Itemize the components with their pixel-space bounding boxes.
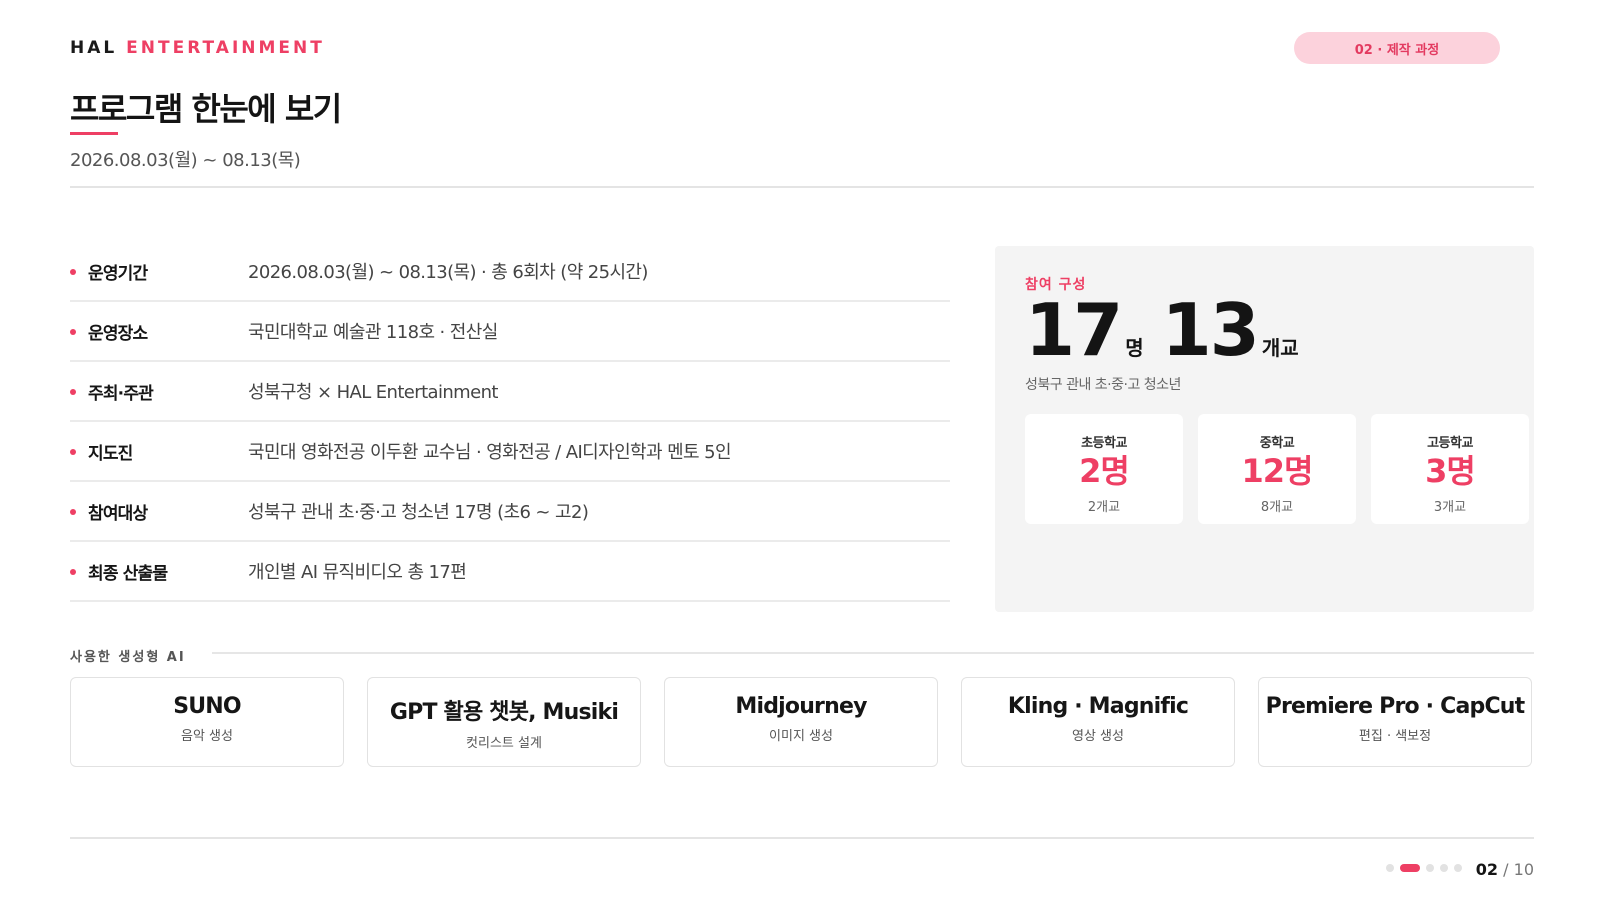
card-elementary: 초등학교 2명 2개교: [1025, 414, 1183, 524]
ai-tools-list: SUNO 음악 생성 GPT 활용 챗봇, Musiki 컷리스트 설계 Mid…: [70, 677, 1532, 767]
info-value: 개인별 AI 뮤직비디오 총 17편: [248, 562, 467, 583]
page-title: 프로그램 한눈에 보기: [70, 90, 342, 128]
card-sub: 2개교: [1087, 499, 1121, 515]
card-label: 고등학교: [1427, 436, 1473, 451]
participation-panel: 참여 구성 17 명 13 개교 성북구 관내 초·중·고 청소년 초등학교 2…: [995, 246, 1534, 612]
bullet-dot: [70, 269, 76, 275]
bullet-dot: [70, 509, 76, 515]
ai-tools-divider: [212, 652, 1534, 654]
info-row-instructors: 지도진 국민대 영화전공 이두환 교수님 · 영화전공 / AI디자인학과 멘토…: [70, 422, 950, 482]
ai-tool-card: Midjourney 이미지 생성: [664, 677, 938, 767]
ai-tool-card: SUNO 음악 생성: [70, 677, 344, 767]
info-label: 주최·주관: [88, 383, 154, 404]
ai-tool-name: Kling · Magnific: [1007, 694, 1189, 719]
progress-dot[interactable]: [1426, 864, 1434, 872]
school-level-cards: 초등학교 2명 2개교 중학교 12명 8개교 고등학교 3명 3개교: [1025, 414, 1529, 524]
program-info-list: 운영기간 2026.08.03(월) ~ 08.13(목) · 총 6회차 (약…: [70, 242, 950, 602]
progress-dot[interactable]: [1440, 864, 1448, 872]
progress-dot[interactable]: [1454, 864, 1462, 872]
students-unit: 명: [1125, 336, 1144, 360]
header-divider: [70, 186, 1534, 188]
info-label: 참여대상: [88, 503, 148, 524]
total-pages: / 10: [1503, 860, 1534, 879]
ai-tool-name: SUNO: [173, 694, 241, 719]
ai-tool-name: GPT 활용 챗봇, Musiki: [389, 700, 619, 725]
slide-progress-dots: [1386, 864, 1462, 872]
footer-divider: [70, 837, 1534, 839]
info-label: 최종 산출물: [88, 563, 168, 584]
ai-tool-card: GPT 활용 챗봇, Musiki 컷리스트 설계: [367, 677, 641, 767]
info-value: 국민대학교 예술관 118호 · 전산실: [248, 322, 498, 343]
info-row-host: 주최·주관 성북구청 × HAL Entertainment: [70, 362, 950, 422]
participation-totals: 17 명 13 개교: [1025, 294, 1317, 366]
ai-tools-heading: 사용한 생성형 AI: [70, 650, 186, 665]
ai-tool-name: Premiere Pro · CapCut: [1265, 694, 1526, 719]
bullet-dot: [70, 449, 76, 455]
progress-dot[interactable]: [1386, 864, 1394, 872]
brand-name-entertainment: ENTERTAINMENT: [126, 38, 325, 58]
info-label: 운영기간: [88, 263, 148, 284]
ai-tool-desc: 음악 생성: [181, 729, 233, 744]
page-subtitle: 2026.08.03(월) ~ 08.13(목): [70, 150, 301, 171]
participation-description: 성북구 관내 초·중·고 청소년: [1025, 377, 1181, 393]
info-row-participants: 참여대상 성북구 관내 초·중·고 청소년 17명 (초6 ~ 고2): [70, 482, 950, 542]
card-value: 3명: [1425, 452, 1476, 490]
bullet-dot: [70, 569, 76, 575]
current-page: 02: [1475, 860, 1499, 879]
ai-tool-card: Premiere Pro · CapCut 편집 · 색보정: [1258, 677, 1532, 767]
ai-tool-card: Kling · Magnific 영상 생성: [961, 677, 1235, 767]
info-row-output: 최종 산출물 개인별 AI 뮤직비디오 총 17편: [70, 542, 950, 602]
title-accent-bar: [70, 132, 118, 135]
bullet-dot: [70, 329, 76, 335]
ai-tool-name: Midjourney: [735, 694, 867, 719]
card-value: 2명: [1079, 452, 1130, 490]
ai-tool-desc: 영상 생성: [1072, 729, 1124, 744]
students-count: 17: [1025, 288, 1123, 372]
info-row-venue: 운영장소 국민대학교 예술관 118호 · 전산실: [70, 302, 950, 362]
card-value: 12명: [1241, 452, 1314, 490]
card-sub: 3개교: [1433, 499, 1467, 515]
page-counter: 02 / 10: [1476, 860, 1534, 879]
card-high: 고등학교 3명 3개교: [1371, 414, 1529, 524]
card-sub: 8개교: [1260, 499, 1294, 515]
card-middle: 중학교 12명 8개교: [1198, 414, 1356, 524]
info-label: 운영장소: [88, 323, 148, 344]
info-value: 성북구청 × HAL Entertainment: [248, 382, 498, 403]
schools-count: 13: [1161, 288, 1260, 372]
info-value: 2026.08.03(월) ~ 08.13(목) · 총 6회차 (약 25시간…: [248, 262, 648, 283]
info-label: 지도진: [88, 443, 133, 464]
ai-tool-desc: 편집 · 색보정: [1358, 729, 1432, 744]
card-label: 중학교: [1259, 436, 1295, 451]
ai-tool-desc: 컷리스트 설계: [466, 736, 542, 751]
brand-name-hal: HAL: [70, 38, 118, 58]
brand-logo: HAL ENTERTAINMENT: [70, 38, 325, 58]
ai-tool-desc: 이미지 생성: [769, 729, 833, 744]
card-label: 초등학교: [1081, 436, 1127, 451]
bullet-dot: [70, 389, 76, 395]
info-value: 국민대 영화전공 이두환 교수님 · 영화전공 / AI디자인학과 멘토 5인: [248, 442, 732, 463]
schools-unit: 개교: [1261, 336, 1299, 360]
progress-dot-active[interactable]: [1400, 864, 1420, 872]
section-badge: 02 · 제작 과정: [1294, 32, 1500, 64]
info-row-period: 운영기간 2026.08.03(월) ~ 08.13(목) · 총 6회차 (약…: [70, 242, 950, 302]
info-value: 성북구 관내 초·중·고 청소년 17명 (초6 ~ 고2): [248, 502, 589, 523]
